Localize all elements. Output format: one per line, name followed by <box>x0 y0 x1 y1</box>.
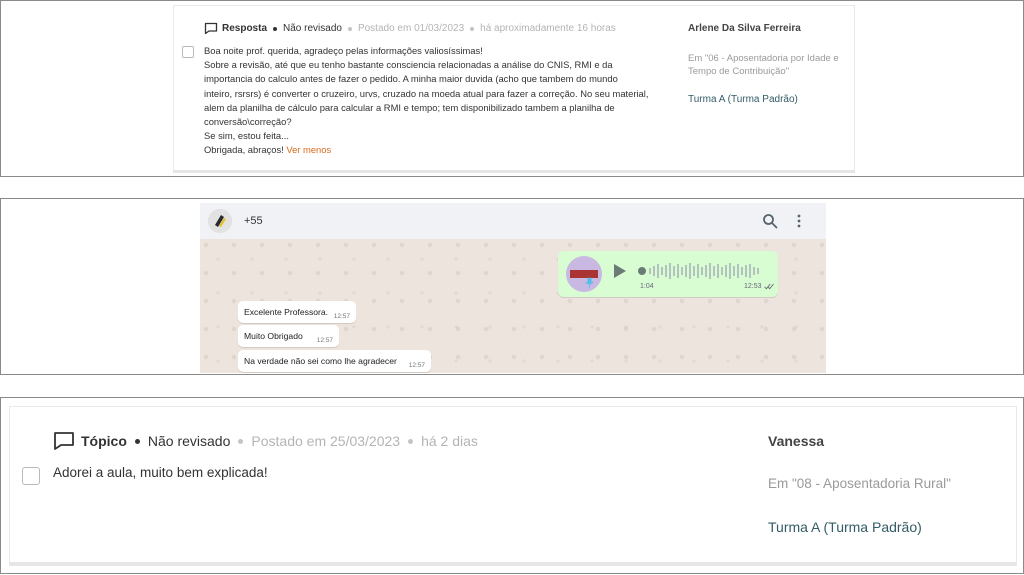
course-reference[interactable]: Em "06 - Aposentadoria por Idade e Tempo… <box>688 52 848 78</box>
message-time: 12:57 <box>316 337 333 344</box>
separator-dot <box>470 26 475 31</box>
see-less-link[interactable]: Ver menos <box>286 144 331 155</box>
voice-time: 12:53 <box>744 283 762 290</box>
author-name: Vanessa <box>768 433 825 449</box>
search-icon[interactable] <box>762 213 778 229</box>
select-checkbox[interactable] <box>22 467 40 485</box>
read-receipt-icon <box>764 283 774 290</box>
play-icon[interactable] <box>613 263 627 279</box>
separator-dot <box>273 26 278 31</box>
separator-dot <box>134 438 140 444</box>
review-status: Não revisado <box>147 433 231 449</box>
post-panel-resposta: Resposta Não revisado Postado em 01/03/2… <box>0 0 1024 177</box>
audio-waveform[interactable] <box>638 261 766 281</box>
comment-icon <box>204 22 218 35</box>
more-options-icon[interactable] <box>796 213 802 229</box>
post-body: Adorei a aula, muito bem explicada! <box>53 465 268 480</box>
chat-header: +55 <box>200 203 826 239</box>
comment-icon <box>54 432 74 450</box>
group-name[interactable]: Turma A (Turma Padrão) <box>688 94 798 105</box>
body-line: importancia do calculo antes de fazer o … <box>204 73 618 85</box>
posted-date: Postado em 25/03/2023 <box>251 433 401 449</box>
body-line: alem da planilha de cálculo para calcula… <box>204 101 615 113</box>
message-time: 12:57 <box>408 362 425 369</box>
body-line: Boa noite prof. querida, agradeço pelas … <box>204 45 483 56</box>
post-card: Tópico Não revisado Postado em 25/03/202… <box>9 406 1017 566</box>
post-type: Tópico <box>81 433 127 449</box>
post-body: Boa noite prof. querida, agradeço pelas … <box>204 44 654 158</box>
body-line: conversão\correção? <box>204 116 292 128</box>
review-status: Não revisado <box>283 23 342 34</box>
select-checkbox[interactable] <box>182 46 194 58</box>
posted-relative: há 2 dias <box>421 433 478 449</box>
message-text: Muito Obrigado <box>244 331 303 341</box>
course-reference[interactable]: Em "08 - Aposentadoria Rural" <box>768 476 951 491</box>
post-type: Resposta <box>222 23 268 34</box>
contact-number[interactable]: +55 <box>244 215 263 227</box>
separator-dot <box>238 438 244 444</box>
voice-message-bubble: 1:04 12:53 <box>558 251 778 297</box>
incoming-message: Excelente Professora. 12:57 <box>238 301 356 323</box>
post-panel-topico: Tópico Não revisado Postado em 25/03/202… <box>0 397 1024 574</box>
message-text: Excelente Professora. <box>244 307 329 317</box>
post-meta: Tópico Não revisado Postado em 25/03/202… <box>53 431 478 451</box>
group-name[interactable]: Turma A (Turma Padrão) <box>768 519 922 535</box>
separator-dot <box>408 438 414 444</box>
message-text: Na verdade não sei como lhe agradecer <box>244 356 397 366</box>
body-line: inteiro, rsrsrs) é converter o cruzeiro,… <box>204 87 649 99</box>
body-line: Sobre a revisão, até que eu tenho bastan… <box>204 59 613 71</box>
body-line: Obrigada, abraços! <box>204 144 284 156</box>
body-line-last: Obrigada, abraços! Ver menos <box>204 143 654 157</box>
body-line: Se sim, estou feita... <box>204 130 289 142</box>
voice-duration: 1:04 <box>640 283 654 290</box>
sender-avatar <box>566 256 602 292</box>
chat-window: +55 1:04 12:53 Excelente Professora. 12:… <box>200 203 826 373</box>
microphone-icon <box>585 277 594 288</box>
separator-dot <box>347 26 352 31</box>
contact-avatar[interactable] <box>208 209 232 233</box>
posted-relative: há aproximadamente 16 horas <box>480 23 616 34</box>
avatar-image-icon <box>208 209 232 233</box>
posted-date: Postado em 01/03/2023 <box>357 23 465 34</box>
incoming-message: Muito Obrigado 12:57 <box>238 325 339 347</box>
message-time: 12:57 <box>333 313 350 320</box>
chat-panel: +55 1:04 12:53 Excelente Professora. 12:… <box>0 198 1024 375</box>
author-name: Arlene Da Silva Ferreira <box>688 23 801 34</box>
incoming-message: Na verdade não sei como lhe agradecer 12… <box>238 350 431 372</box>
post-meta: Resposta Não revisado Postado em 01/03/2… <box>204 22 616 35</box>
post-card: Resposta Não revisado Postado em 01/03/2… <box>173 5 855 173</box>
